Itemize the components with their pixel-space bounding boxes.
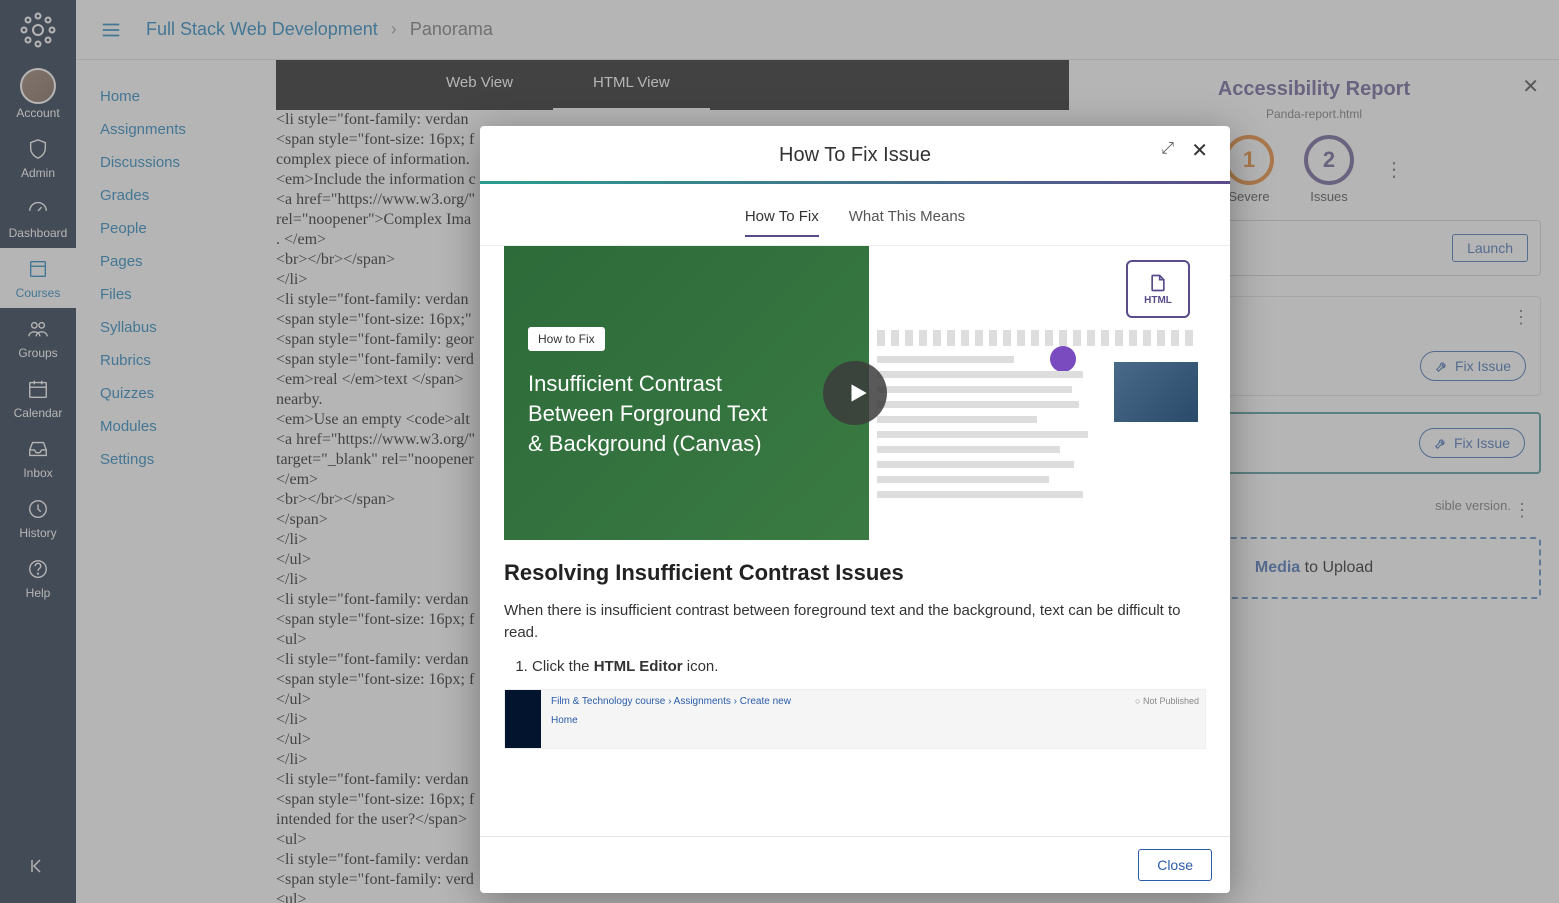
step-1: Click the HTML Editor icon. (532, 658, 1206, 675)
video-title: Insufficient Contrast Between Forground … (528, 369, 845, 458)
modal-paragraph: When there is insufficient contrast betw… (504, 600, 1206, 644)
how-to-fix-modal: How To Fix Issue ⤢ ✕ How To Fix What Thi… (480, 126, 1230, 893)
fake-toolbar (877, 330, 1198, 346)
screenshot-preview: Film & Technology course › Assignments ›… (504, 689, 1206, 749)
video-badge: How to Fix (528, 327, 605, 351)
modal-body: How to Fix Insufficient Contrast Between… (480, 246, 1230, 836)
fake-image (1114, 362, 1198, 422)
play-icon[interactable] (823, 361, 887, 425)
video-left-panel: How to Fix Insufficient Contrast Between… (504, 246, 869, 540)
video-right-panel: HTML (869, 246, 1206, 540)
modal-header: How To Fix Issue ⤢ ✕ (480, 126, 1230, 181)
modal-heading: Resolving Insufficient Contrast Issues (504, 560, 1206, 586)
html-file-icon: HTML (1126, 260, 1190, 318)
mini-nav (505, 690, 541, 748)
close-button[interactable]: Close (1138, 849, 1212, 881)
modal-title: How To Fix Issue (504, 144, 1206, 167)
tab-how-to-fix[interactable]: How To Fix (745, 208, 819, 237)
close-icon[interactable]: ✕ (1191, 138, 1208, 163)
minimize-icon[interactable]: ⤢ (1161, 140, 1174, 158)
modal-tabs: How To Fix What This Means (480, 184, 1230, 246)
modal-footer: Close (480, 836, 1230, 893)
video-thumbnail[interactable]: How to Fix Insufficient Contrast Between… (504, 246, 1206, 540)
mini-right: ○ Not Published (1105, 690, 1205, 748)
tab-what-this-means[interactable]: What This Means (849, 208, 965, 237)
fake-text (877, 356, 1106, 496)
mini-body: Film & Technology course › Assignments ›… (541, 690, 1105, 748)
steps-list: Click the HTML Editor icon. (504, 658, 1206, 675)
